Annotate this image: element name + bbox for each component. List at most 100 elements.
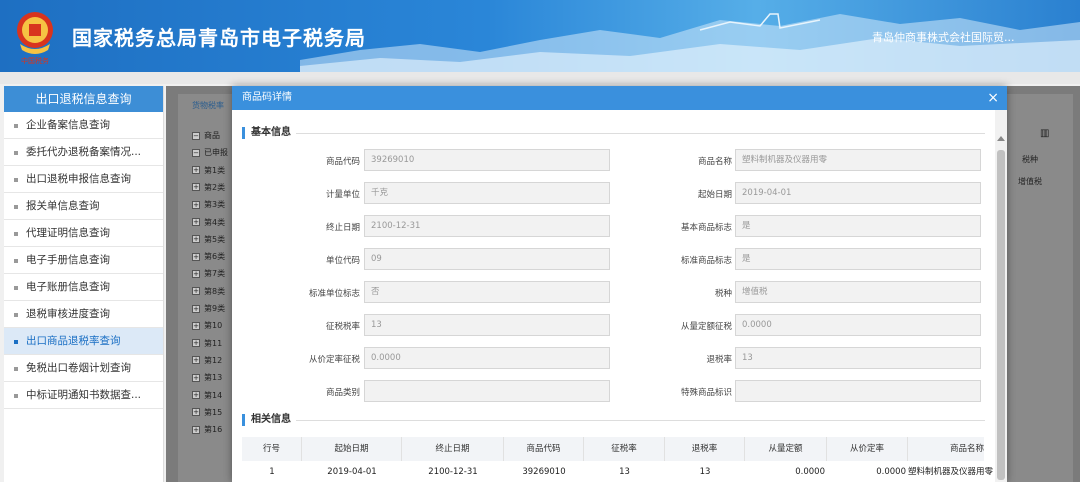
scrollbar-thumb[interactable] bbox=[997, 150, 1005, 480]
tree-node[interactable]: − 商品 bbox=[192, 130, 232, 148]
table-header-cell[interactable]: 行号 bbox=[242, 437, 302, 461]
sidebar-item[interactable]: 电子账册信息查询 bbox=[4, 274, 163, 301]
table-header-cell[interactable]: 征税率 bbox=[584, 437, 665, 461]
sidebar-item[interactable]: 免税出口卷烟计划查询 bbox=[4, 355, 163, 382]
expand-toggle-icon[interactable]: + bbox=[192, 218, 200, 226]
field-input[interactable]: 13 bbox=[735, 347, 981, 369]
tree-node[interactable]: + 第15 bbox=[192, 407, 232, 425]
field-input[interactable] bbox=[735, 380, 981, 402]
field-input[interactable]: 否 bbox=[364, 281, 610, 303]
tree-node-label: 第16 bbox=[204, 425, 223, 435]
tree-node[interactable]: + 第2类 bbox=[192, 182, 232, 200]
field-input[interactable]: 增值税 bbox=[735, 281, 981, 303]
tree-node[interactable]: + 第14 bbox=[192, 390, 232, 408]
field-input[interactable]: 是 bbox=[735, 248, 981, 270]
table-header-cell[interactable]: 商品名称 bbox=[908, 437, 984, 461]
sidebar-item[interactable]: 企业备案信息查询 bbox=[4, 112, 163, 139]
table-header-cell[interactable]: 商品代码 bbox=[504, 437, 584, 461]
expand-toggle-icon[interactable]: + bbox=[192, 408, 200, 417]
tree-node[interactable]: + 第7类 bbox=[192, 268, 232, 286]
sidebar-item[interactable]: 退税审核进度查询 bbox=[4, 301, 163, 328]
field-input[interactable]: 09 bbox=[364, 248, 610, 270]
expand-toggle-icon[interactable]: + bbox=[192, 183, 200, 192]
sidebar-item[interactable]: 电子手册信息查询 bbox=[4, 247, 163, 274]
sidebar-item[interactable]: 委托代办退税备案情况... bbox=[4, 139, 163, 166]
expand-toggle-icon[interactable]: + bbox=[192, 287, 200, 296]
expand-toggle-icon[interactable]: + bbox=[192, 200, 200, 209]
product-code-detail-modal: 商品码详情 × 基本信息 商品代码 39269010 商品名称 塑料制机器及仪器用零计… bbox=[232, 86, 1007, 482]
field-input[interactable] bbox=[364, 380, 610, 402]
expand-toggle-icon[interactable]: + bbox=[192, 356, 200, 365]
expand-toggle-icon[interactable]: − bbox=[192, 131, 200, 140]
expand-toggle-icon[interactable]: + bbox=[192, 321, 200, 330]
sidebar-title[interactable]: 出口退税信息查询 bbox=[4, 86, 163, 112]
scroll-up-arrow-icon[interactable] bbox=[997, 136, 1005, 141]
field-input[interactable]: 0.0000 bbox=[735, 314, 981, 336]
field-label: 单位代码 bbox=[325, 256, 360, 266]
tree-node[interactable]: + 第11 bbox=[192, 338, 232, 356]
field-label: 商品类别 bbox=[325, 388, 360, 398]
expand-toggle-icon[interactable]: + bbox=[192, 373, 200, 382]
expand-toggle-icon[interactable]: + bbox=[192, 252, 200, 261]
company-name[interactable]: 青岛仲商事株式会社国际贸... bbox=[872, 29, 1015, 45]
tree-node-label: 第14 bbox=[204, 390, 223, 400]
tree-node-label: 第1类 bbox=[204, 165, 226, 175]
tree-node[interactable]: + 第5类 bbox=[192, 234, 232, 252]
modal-scrollbar[interactable] bbox=[995, 110, 1007, 482]
field-input[interactable]: 0.0000 bbox=[364, 347, 610, 369]
field-label: 标准单位标志 bbox=[308, 289, 360, 299]
expand-toggle-icon[interactable]: + bbox=[192, 166, 200, 175]
field-input[interactable]: 2019-04-01 bbox=[735, 182, 981, 204]
table-cell: 0.0000 bbox=[876, 467, 906, 477]
table-header-cell[interactable]: 起始日期 bbox=[302, 437, 402, 461]
expand-toggle-icon[interactable]: + bbox=[192, 339, 200, 348]
tree-node[interactable]: + 第9类 bbox=[192, 303, 232, 321]
field-label: 计量单位 bbox=[325, 190, 360, 200]
tree-node[interactable]: + 第4类 bbox=[192, 217, 232, 235]
table-header-cell[interactable]: 终止日期 bbox=[402, 437, 504, 461]
expand-toggle-icon[interactable]: + bbox=[192, 304, 200, 313]
tree-node-label: 第3类 bbox=[204, 200, 226, 210]
tree-node[interactable]: + 第3类 bbox=[192, 199, 232, 217]
tree-node[interactable]: + 第12 bbox=[192, 355, 232, 373]
background-tab[interactable]: 货物税率 bbox=[192, 100, 224, 111]
field-input[interactable]: 塑料制机器及仪器用零 bbox=[735, 149, 981, 171]
field-input[interactable]: 是 bbox=[735, 215, 981, 237]
sidebar-item[interactable]: 出口退税申报信息查询 bbox=[4, 166, 163, 193]
tree-node[interactable]: − 已申报 bbox=[192, 147, 232, 165]
background-tax-type-header: 税种 bbox=[1022, 155, 1038, 164]
tree-node-label: 第4类 bbox=[204, 217, 226, 227]
table-header-cell[interactable]: 从量定额 bbox=[745, 437, 827, 461]
expand-toggle-icon[interactable]: + bbox=[192, 425, 200, 434]
sidebar-item[interactable]: 中标证明通知书数据查... bbox=[4, 382, 163, 409]
expand-toggle-icon[interactable]: − bbox=[192, 148, 200, 157]
columns-icon[interactable]: ▥ bbox=[1040, 128, 1049, 139]
field-label: 退税率 bbox=[706, 355, 732, 365]
field-input[interactable]: 2100-12-31 bbox=[364, 215, 610, 237]
sidebar-item[interactable]: 报关单信息查询 bbox=[4, 193, 163, 220]
close-icon[interactable]: × bbox=[987, 86, 999, 110]
table-cell: 2019-04-01 bbox=[327, 467, 377, 477]
sidebar-item[interactable]: 代理证明信息查询 bbox=[4, 220, 163, 247]
tree-node[interactable]: + 第1类 bbox=[192, 165, 232, 183]
tree-node[interactable]: + 第13 bbox=[192, 372, 232, 390]
tree-node[interactable]: + 第16 bbox=[192, 424, 232, 442]
modal-header: 商品码详情 × bbox=[232, 86, 1007, 110]
field-input[interactable]: 千克 bbox=[364, 182, 610, 204]
tree-node[interactable]: + 第8类 bbox=[192, 286, 232, 304]
sidebar-item[interactable]: 出口商品退税率查询 bbox=[4, 328, 163, 355]
table-row[interactable]: 1 2019-04-01 2100-12-31 39269010 13 13 0.0000 0… bbox=[242, 461, 993, 482]
site-header: 中国税务 国家税务总局青岛市电子税务局 青岛仲商事株式会社国际贸... bbox=[0, 0, 1080, 72]
expand-toggle-icon[interactable]: + bbox=[192, 391, 200, 399]
field-label: 起始日期 bbox=[697, 190, 732, 200]
expand-toggle-icon[interactable]: + bbox=[192, 269, 200, 278]
field-input[interactable]: 13 bbox=[364, 314, 610, 336]
expand-toggle-icon[interactable]: + bbox=[192, 235, 200, 244]
background-tax-type-value: 增值税 bbox=[1018, 177, 1042, 186]
table-header-cell[interactable]: 从价定率 bbox=[827, 437, 908, 461]
tree-node[interactable]: + 第10 bbox=[192, 320, 232, 338]
field-input[interactable]: 39269010 bbox=[364, 149, 610, 171]
table-cell: 2100-12-31 bbox=[428, 467, 478, 477]
tree-node[interactable]: + 第6类 bbox=[192, 251, 232, 269]
table-header-cell[interactable]: 退税率 bbox=[665, 437, 745, 461]
